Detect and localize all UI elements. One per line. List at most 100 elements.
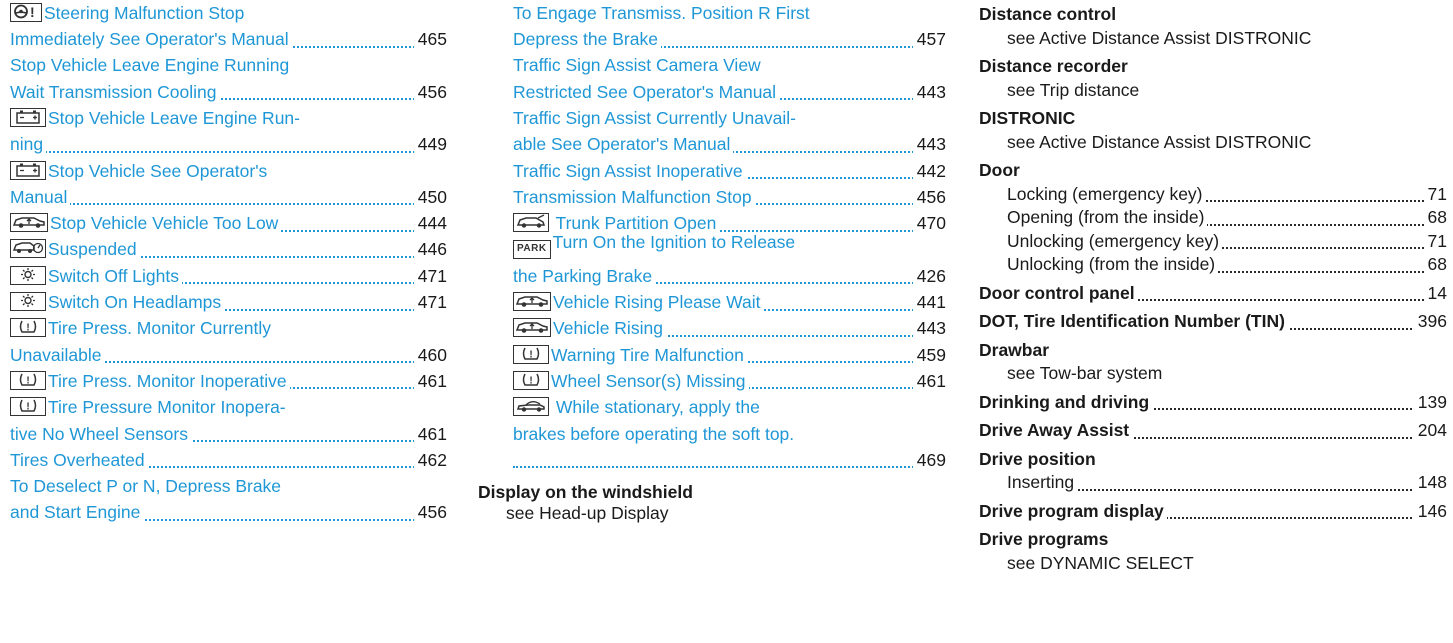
suspension-icon [10,239,46,259]
index-entry-link[interactable]: Vehicle Rising Please Wait 441 [513,289,946,315]
index-line[interactable]: ! Tire Pressure Monitor Inopera- [10,394,447,420]
index-entry-link[interactable]: Switch On Headlamps 471 [10,289,447,315]
tire-pressure-icon: ! [513,370,549,390]
index-line[interactable]: Tires Overheated 462 [10,447,447,473]
index-line[interactable]: Unavailable 460 [10,342,447,368]
index-entry-link[interactable]: Vehicle Rising 443 [513,316,946,342]
page-number: 462 [413,451,447,470]
index-line[interactable]: Switch Off Lights 471 [10,263,447,289]
page-number: 446 [413,241,447,259]
entry-label: DISTRONIC [979,109,1079,128]
index-line[interactable]: Manual 450 [10,184,447,210]
index-line[interactable]: Traffic Sign Assist Inoperative 442 [513,158,946,184]
page-number: 456 [413,504,447,522]
index-line[interactable]: ! Tire Press. Monitor Currently [10,316,447,342]
index-line[interactable]: Transmission Malfunction Stop 456 [513,184,946,210]
index-entry-link[interactable]: ! Tire Press. Monitor Inoperative 461 [10,368,447,394]
index-line[interactable]: able See Operator's Manual 443 [513,131,946,157]
index-entry-link[interactable]: Stop Vehicle Leave Engine Run-ning 449 [10,105,447,158]
index-line[interactable]: ! Tire Press. Monitor Inoperative 461 [10,368,447,394]
page-number: 139 [1413,393,1447,411]
index-line[interactable]: ! Warning Tire Malfunction 459 [513,342,946,368]
entry-text: ! Wheel Sensor(s) Missing [513,370,749,391]
index-entry-link[interactable]: Tires Overheated 462 [10,447,447,473]
entry-text: Traffic Sign Assist Currently Unavail- [513,107,800,128]
entry-label: Stop Vehicle Leave Engine Running [10,55,290,76]
dot-leader [513,466,946,469]
page-number: 148 [1413,473,1447,492]
page-number: 457 [912,31,946,49]
index-entry-link[interactable]: ! Steering Malfunction Stop Immediately Se… [10,0,447,53]
index-entry-link[interactable]: Suspended 446 [10,237,447,263]
index-entry-link[interactable]: ! Wheel Sensor(s) Missing 461 [513,368,946,394]
index-entry-link[interactable]: ! Warning Tire Malfunction 459 [513,342,946,368]
entry-label: Tire Pressure Monitor Inopera- [48,397,286,418]
entry-label: ning [10,134,44,155]
entry-text: Depress the Brake [513,30,661,49]
entry-text: Stop Vehicle See Operator's [10,160,271,181]
index-line[interactable]: Stop Vehicle Leave Engine Run- [10,105,447,131]
entry-label: To Deselect P or N, Depress Brake [10,476,282,497]
index-entry-link[interactable]: ! Tire Press. Monitor Currently Unavailabl… [10,316,447,369]
index-line[interactable]: To Deselect P or N, Depress Brake [10,473,447,499]
index-entry-link[interactable]: Stop Vehicle Vehicle Too Low 444 [10,210,447,236]
index-line[interactable]: tive No Wheel Sensors 461 [10,421,447,447]
index-line[interactable]: Stop Vehicle Leave Engine Running [10,53,447,79]
index-entry-link[interactable]: To Deselect P or N, Depress Brake and Sta… [10,473,447,526]
index-line[interactable]: ning 449 [10,131,447,157]
index-entry-link[interactable]: Switch Off Lights 471 [10,263,447,289]
page-number: 443 [912,136,946,154]
index-line[interactable]: To Engage Transmiss. Position R First [513,0,946,26]
index-line[interactable]: PARK Turn On the Ignition to Release [513,233,946,263]
index-entry-link[interactable]: ! Tire Pressure Monitor Inopera-tive No W… [10,394,447,447]
index-entry-link[interactable]: Traffic Sign Assist Camera View Restricte… [513,53,946,106]
index-line[interactable]: Vehicle Rising 443 [513,316,946,342]
entry-text: ! Tire Pressure Monitor Inopera- [10,397,289,417]
index-line[interactable]: ! Steering Malfunction Stop [10,0,447,26]
entry-label: the Parking Brake [513,265,653,286]
index-line[interactable]: Immediately See Operator's Manual 465 [10,26,447,52]
index-line[interactable]: the Parking Brake 426 [513,263,946,289]
entry-text: ! Tire Press. Monitor Currently [10,318,275,338]
index-entry-link[interactable]: Traffic Sign Assist Currently Unavail-ab… [513,105,946,158]
index-line[interactable]: ! Wheel Sensor(s) Missing 461 [513,368,946,394]
battery-icon [10,107,46,127]
index-line[interactable]: While stationary, apply the [513,394,946,420]
index-line[interactable]: Stop Vehicle Vehicle Too Low 444 [10,210,447,236]
trunk-icon [513,213,549,233]
index-entry-link[interactable]: Traffic Sign Assist Inoperative 442 [513,158,946,184]
index-line[interactable]: Wait Transmission Cooling 456 [10,79,447,105]
entry-text: Switch On Headlamps [10,292,225,312]
index-line[interactable]: Suspended 446 [10,237,447,263]
index-line[interactable]: brakes before operating the soft top. [513,421,946,447]
index-line[interactable]: Traffic Sign Assist Currently Unavail- [513,105,946,131]
entry-text: brakes before operating the soft top. [513,425,798,444]
index-entry-link[interactable]: PARK Turn On the Ignition to Release the P… [513,233,946,290]
index-entry-link[interactable]: Stop Vehicle See Operator's Manual 450 [10,158,447,211]
index-line[interactable]: 469 [513,447,946,473]
index-line[interactable]: and Start Engine 456 [10,500,447,526]
page-number: 461 [413,372,447,391]
index-line[interactable]: Traffic Sign Assist Camera View [513,53,946,79]
entry-label: Tire Press. Monitor Inoperative [48,370,287,391]
entry-text: tive No Wheel Sensors [10,425,191,444]
entry-label: Locking (emergency key) [1007,185,1206,203]
entry-text: ! Warning Tire Malfunction [513,344,747,365]
index-line[interactable]: Vehicle Rising Please Wait 441 [513,289,946,315]
entry-text: able See Operator's Manual [513,136,734,154]
index-line[interactable]: Switch On Headlamps 471 [10,289,447,315]
index-heading: Distance recorder [979,55,1447,79]
convertible-icon [513,397,549,417]
entry-label: Traffic Sign Assist Currently Unavail- [513,107,797,128]
index-entry-link[interactable]: To Engage Transmiss. Position R First Dep… [513,0,946,53]
index-entry-link[interactable]: Stop Vehicle Leave Engine Running Wait Tr… [10,53,447,106]
index-entry-link[interactable]: Transmission Malfunction Stop 456 [513,184,946,210]
index-line[interactable]: Depress the Brake 457 [513,26,946,52]
entry-label: Suspended [48,239,137,260]
index-entry-link[interactable]: While stationary, apply the brakes before… [513,394,946,473]
index-line[interactable]: Stop Vehicle See Operator's [10,158,447,184]
entry-label: Wait Transmission Cooling [10,81,217,102]
entry-label: Unavailable [10,344,102,365]
see-reference: see Tow-bar system [979,362,1447,386]
index-line[interactable]: Restricted See Operator's Manual 443 [513,79,946,105]
